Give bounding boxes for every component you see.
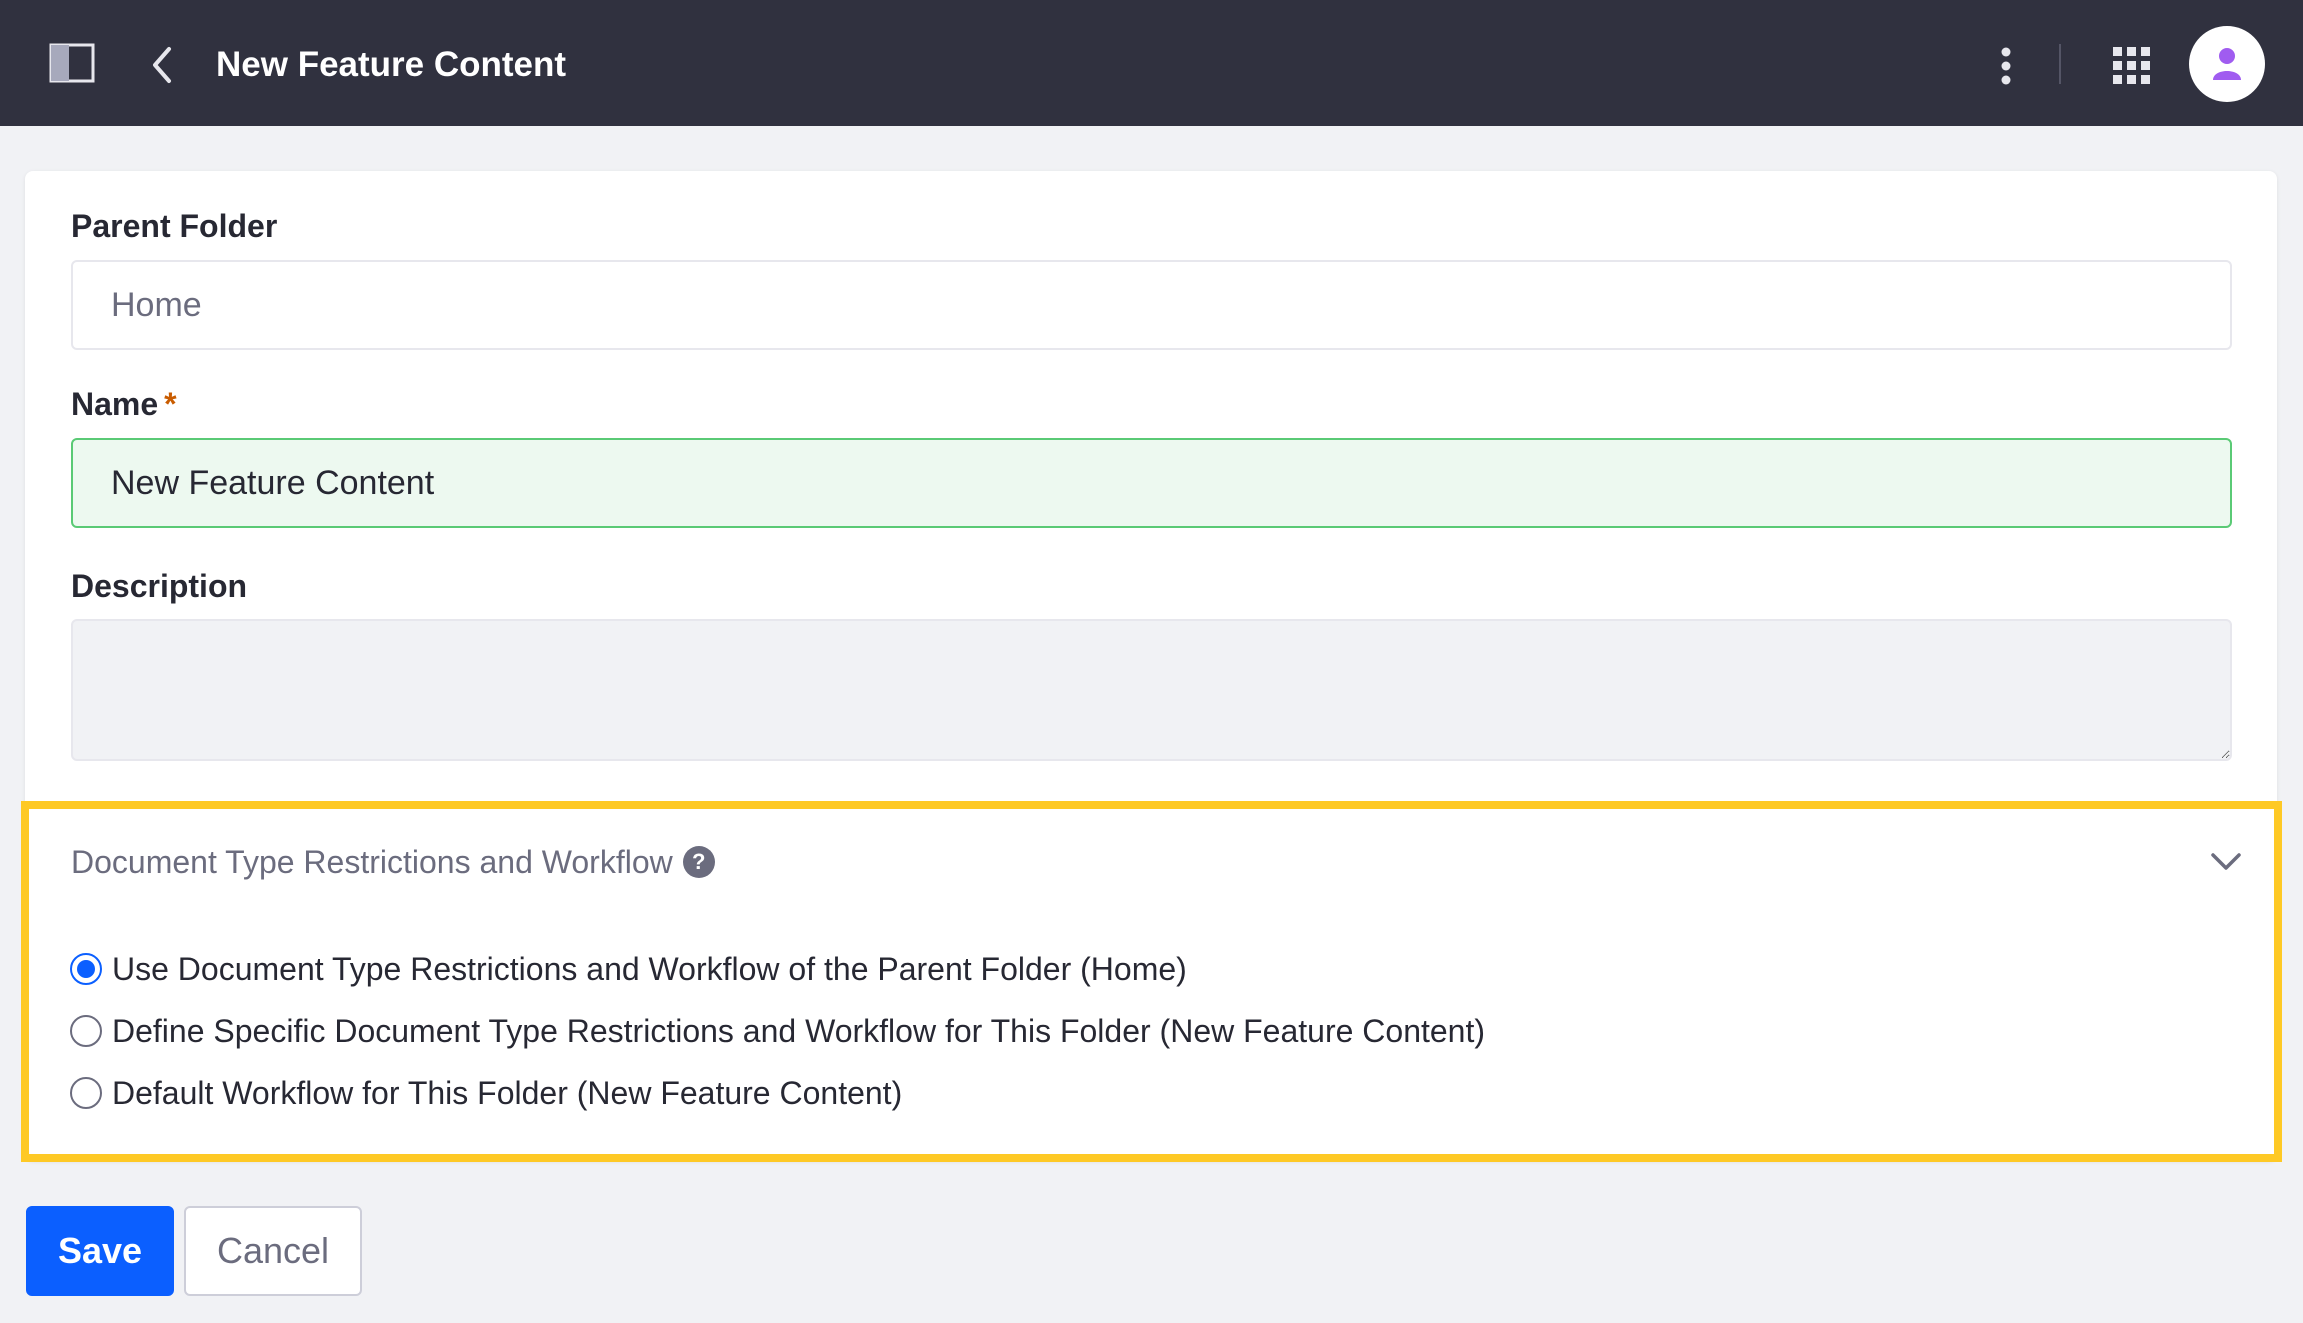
help-icon[interactable]: ? bbox=[682, 846, 715, 878]
parent-folder-field[interactable] bbox=[71, 260, 2232, 350]
parent-folder-label: Parent Folder bbox=[71, 208, 278, 244]
radio-option-parent-folder[interactable]: Use Document Type Restrictions and Workf… bbox=[70, 944, 1187, 994]
radio-button[interactable] bbox=[70, 1015, 102, 1047]
description-field[interactable] bbox=[71, 619, 2232, 761]
radio-button[interactable] bbox=[70, 953, 102, 985]
workflow-section-toggle[interactable]: Document Type Restrictions and Workflow … bbox=[71, 836, 715, 888]
name-field[interactable] bbox=[71, 438, 2232, 528]
required-marker: * bbox=[164, 386, 177, 422]
description-label: Description bbox=[71, 568, 248, 604]
radio-option-default-workflow[interactable]: Default Workflow for This Folder (New Fe… bbox=[70, 1068, 902, 1118]
radio-label: Default Workflow for This Folder (New Fe… bbox=[112, 1074, 903, 1111]
user-avatar[interactable] bbox=[2189, 26, 2265, 102]
radio-label: Use Document Type Restrictions and Workf… bbox=[112, 950, 1187, 987]
chevron-left-icon[interactable] bbox=[140, 40, 184, 90]
radio-button[interactable] bbox=[70, 1077, 102, 1109]
kebab-menu-icon[interactable] bbox=[1980, 40, 2032, 92]
toolbar-divider bbox=[2059, 44, 2061, 84]
chevron-down-icon[interactable] bbox=[2204, 840, 2248, 884]
cancel-button[interactable]: Cancel bbox=[184, 1206, 362, 1296]
radio-option-define-specific[interactable]: Define Specific Document Type Restrictio… bbox=[70, 1006, 1485, 1056]
page-title: New Feature Content bbox=[216, 45, 567, 84]
name-label: Name * bbox=[71, 386, 177, 423]
save-button[interactable]: Save bbox=[26, 1206, 174, 1296]
sidebar-toggle-icon[interactable] bbox=[44, 38, 100, 88]
workflow-section-title: Document Type Restrictions and Workflow bbox=[71, 843, 673, 880]
top-navigation-bar: New Feature Content bbox=[0, 0, 2303, 126]
user-icon bbox=[2213, 48, 2241, 80]
radio-label: Define Specific Document Type Restrictio… bbox=[112, 1012, 1486, 1049]
apps-grid-icon[interactable] bbox=[2106, 40, 2158, 92]
name-label-text: Name bbox=[71, 386, 159, 422]
